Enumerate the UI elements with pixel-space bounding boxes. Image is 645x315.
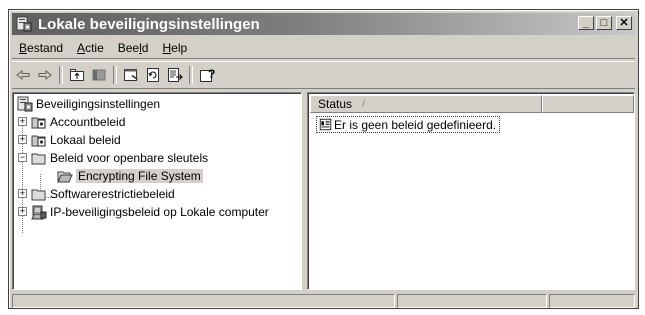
- back-button[interactable]: [12, 64, 34, 86]
- status-bar: [12, 294, 635, 308]
- column-header-empty[interactable]: [542, 95, 634, 113]
- expand-toggle[interactable]: +: [18, 189, 27, 198]
- policy-folder-icon: [31, 135, 46, 147]
- toolbar: ?: [12, 61, 635, 89]
- collapse-toggle[interactable]: −: [18, 153, 27, 162]
- show-hide-tree-icon: [92, 69, 106, 81]
- title-bar[interactable]: Lokale beveiligingsinstellingen _ □ ✕: [12, 13, 635, 35]
- tree-item-ip-beveiligingsbeleid[interactable]: IP-beveiligingsbeleid op Lokale computer: [31, 203, 269, 221]
- properties-button[interactable]: [120, 64, 142, 86]
- toolbar-separator: [59, 66, 63, 84]
- ip-security-icon: [31, 205, 47, 220]
- export-list-button[interactable]: [164, 64, 186, 86]
- main-window: Lokale beveiligingsinstellingen _ □ ✕ Be…: [8, 9, 639, 309]
- window-title: Lokale beveiligingsinstellingen: [38, 15, 260, 33]
- security-settings-icon: [17, 96, 33, 112]
- tree-item-lokaal-beleid[interactable]: Lokaal beleid: [31, 131, 121, 149]
- list-column-header: Status /: [310, 95, 634, 113]
- tree-item-accountbeleid[interactable]: Accountbeleid: [31, 113, 125, 131]
- svg-text:?: ?: [208, 67, 215, 81]
- menu-accelerator-letter: H: [162, 41, 172, 55]
- tree-label: Accountbeleid: [50, 115, 126, 129]
- tree-label: Softwarerestrictiebeleid: [50, 187, 175, 201]
- menu-accelerator-letter: A: [77, 41, 86, 55]
- tree-root[interactable]: Beveiligingsinstellingen: [17, 95, 160, 113]
- refresh-icon: [147, 68, 159, 82]
- maximize-button[interactable]: □: [596, 16, 612, 30]
- console-tree[interactable]: Beveiligingsinstellingen + Accountbeleid…: [12, 92, 302, 290]
- menu-accelerator-letter: B: [19, 41, 28, 55]
- forward-button[interactable]: [34, 64, 56, 86]
- policy-folder-icon: [31, 117, 46, 129]
- menu-bestand[interactable]: Bestand: [12, 41, 70, 55]
- toolbar-separator: [113, 66, 117, 84]
- tree-item-beleid-openbare-sleutels[interactable]: Beleid voor openbare sleutels: [31, 149, 208, 167]
- menu-accelerator-letter: l: [139, 41, 142, 55]
- tree-label: Beleid voor openbare sleutels: [50, 151, 209, 165]
- tree-label: Encrypting File System: [76, 169, 203, 183]
- tree-label: IP-beveiligingsbeleid op Lokale computer: [50, 205, 269, 219]
- status-panel: [12, 294, 395, 308]
- security-settings-app-icon[interactable]: [16, 16, 32, 32]
- menu-label: Help: [162, 41, 188, 55]
- tree-item-softwarerestrictiebeleid[interactable]: Softwarerestrictiebeleid: [31, 185, 175, 203]
- folder-icon: [31, 153, 46, 165]
- folder-icon: [31, 189, 46, 201]
- help-button[interactable]: ?: [196, 64, 218, 86]
- menu-label: Beeld: [117, 41, 149, 55]
- details-pane[interactable]: Status / Er is geen beleid gedefinieerd.: [307, 92, 635, 290]
- column-header-status[interactable]: Status /: [310, 95, 542, 113]
- toolbar-separator: [189, 66, 193, 84]
- info-doc-icon: [319, 118, 332, 131]
- expand-toggle[interactable]: +: [18, 135, 27, 144]
- export-list-icon: [168, 68, 183, 82]
- tree-item-encrypting-file-system[interactable]: Encrypting File System: [57, 167, 203, 185]
- folder-open-icon: [57, 171, 73, 183]
- status-panel: [397, 294, 547, 308]
- list-item-text: Er is geen beleid gedefinieerd.: [334, 117, 497, 132]
- close-button[interactable]: ✕: [616, 16, 632, 30]
- show-hide-tree-button[interactable]: [88, 64, 110, 86]
- minimize-button[interactable]: _: [578, 16, 594, 30]
- up-one-level-button[interactable]: [66, 64, 88, 86]
- column-label: Status: [318, 97, 353, 111]
- forward-icon: [38, 69, 52, 81]
- expand-toggle[interactable]: +: [18, 207, 27, 216]
- menu-bar: Bestand Actie Beeld Help: [12, 38, 635, 59]
- menu-actie[interactable]: Actie: [70, 41, 111, 55]
- status-panel: [549, 294, 635, 308]
- menu-label: Actie: [77, 41, 104, 55]
- help-icon: ?: [200, 67, 215, 82]
- up-one-level-icon: [70, 69, 84, 81]
- menu-help[interactable]: Help: [155, 41, 194, 55]
- expand-toggle[interactable]: +: [18, 117, 27, 126]
- list-item[interactable]: Er is geen beleid gedefinieerd.: [316, 116, 501, 133]
- properties-icon: [124, 69, 138, 81]
- tree-label: Beveiligingsinstellingen: [36, 97, 161, 111]
- sort-indicator-icon: /: [362, 98, 365, 110]
- back-icon: [16, 69, 30, 81]
- menu-label: Bestand: [19, 41, 64, 55]
- menu-beeld[interactable]: Beeld: [111, 41, 156, 55]
- tree-label: Lokaal beleid: [50, 133, 121, 147]
- refresh-button[interactable]: [142, 64, 164, 86]
